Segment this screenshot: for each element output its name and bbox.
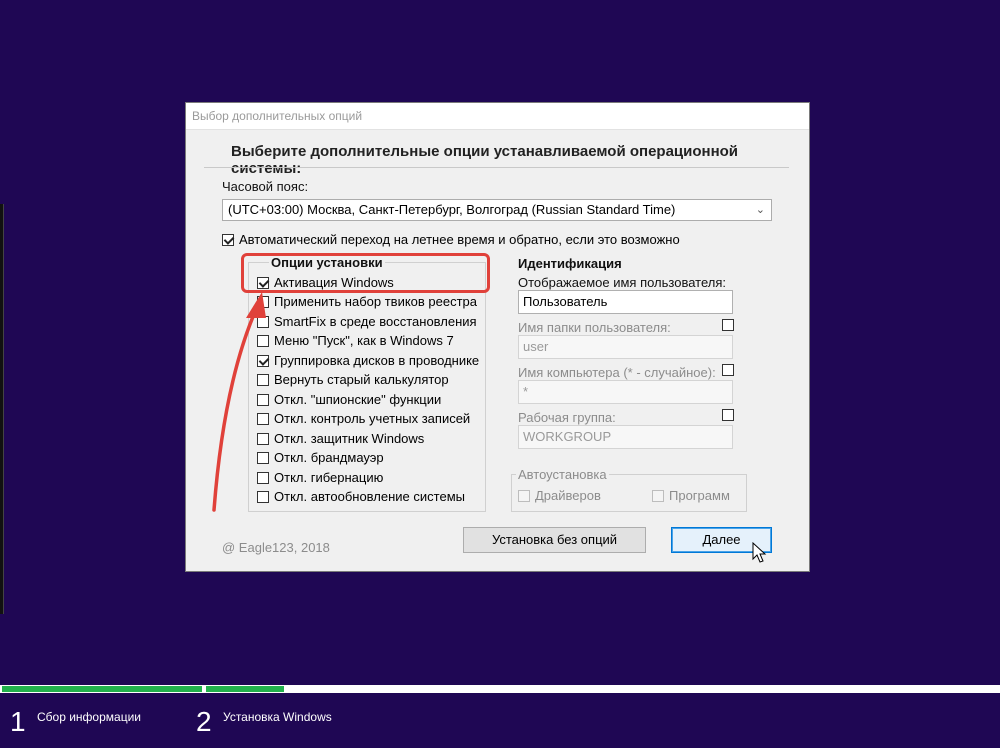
option-checkbox[interactable] [257, 491, 269, 503]
computer-name-label: Имя компьютера (* - случайное): [518, 365, 716, 380]
options-dialog: Выбор дополнительных опций Выберите допо… [185, 102, 810, 572]
autoinstall-title: Автоустановка [516, 467, 609, 482]
setup-progress-step2 [206, 686, 284, 692]
dialog-title: Выбор дополнительных опций [186, 103, 809, 130]
programs-checkbox[interactable] [652, 490, 664, 502]
drivers-checkbox[interactable] [518, 490, 530, 502]
timezone-label: Часовой пояс: [222, 179, 309, 194]
setup-progress-step1 [2, 686, 202, 692]
install-without-options-button[interactable]: Установка без опций [463, 527, 646, 553]
option-checkbox[interactable] [257, 394, 269, 406]
option-label: Откл. контроль учетных записей [274, 411, 471, 426]
option-label: Вернуть старый калькулятор [274, 372, 449, 387]
chevron-down-icon[interactable]: ⌄ [756, 200, 765, 220]
option-label: Откл. автообновление системы [274, 489, 465, 504]
computer-name-input[interactable]: * [518, 380, 733, 404]
option-checkbox[interactable] [257, 335, 269, 347]
option-label: Группировка дисков в проводнике [274, 353, 480, 368]
timezone-select[interactable]: (UTC+03:00) Москва, Санкт-Петербург, Вол… [222, 199, 772, 221]
display-name-label: Отображаемое имя пользователя: [518, 275, 727, 290]
step-label: Установка Windows [223, 710, 332, 724]
progress-separator [203, 685, 205, 693]
option-checkbox[interactable] [257, 452, 269, 464]
option-checkbox[interactable] [257, 374, 269, 386]
dst-label: Автоматический переход на летнее время и… [239, 232, 680, 247]
identity-title: Идентификация [518, 256, 622, 271]
option-checkbox[interactable] [257, 433, 269, 445]
user-folder-input[interactable]: user [518, 335, 733, 359]
workgroup-checkbox[interactable] [722, 409, 734, 421]
workgroup-input[interactable]: WORKGROUP [518, 425, 733, 449]
timezone-value: (UTC+03:00) Москва, Санкт-Петербург, Вол… [228, 202, 676, 217]
step-number: 1 [10, 706, 26, 737]
option-label: Применить набор твиков реестра [274, 294, 478, 309]
option-checkbox[interactable] [257, 296, 269, 308]
computer-name-checkbox[interactable] [722, 364, 734, 376]
programs-label: Программ [669, 488, 730, 503]
step-number: 2 [196, 706, 212, 737]
option-checkbox[interactable] [257, 355, 269, 367]
copyright-text: @ Eagle123, 2018 [222, 540, 330, 555]
option-checkbox[interactable] [257, 472, 269, 484]
display-name-input[interactable]: Пользователь [518, 290, 733, 314]
option-checkbox[interactable] [257, 316, 269, 328]
workgroup-label: Рабочая группа: [518, 410, 616, 425]
step-label: Сбор информации [37, 710, 141, 724]
option-label: Откл. "шпионские" функции [274, 392, 442, 407]
heading-divider [204, 167, 789, 168]
option-checkbox[interactable] [257, 413, 269, 425]
annotation-highlight-box [241, 253, 490, 293]
background-window-edge [0, 204, 4, 614]
mouse-cursor-icon [752, 542, 767, 563]
option-label: Откл. гибернацию [274, 470, 384, 485]
user-folder-checkbox[interactable] [722, 319, 734, 331]
option-label: Меню "Пуск", как в Windows 7 [274, 333, 454, 348]
drivers-label: Драйверов [535, 488, 601, 503]
option-label: Откл. защитник Windows [274, 431, 425, 446]
user-folder-label: Имя папки пользователя: [518, 320, 671, 335]
option-label: Откл. брандмауэр [274, 450, 384, 465]
option-label: SmartFix в среде восстановления [274, 314, 477, 329]
dialog-heading: Выберите дополнительные опции устанавлив… [231, 143, 739, 177]
dst-checkbox[interactable] [222, 234, 234, 246]
